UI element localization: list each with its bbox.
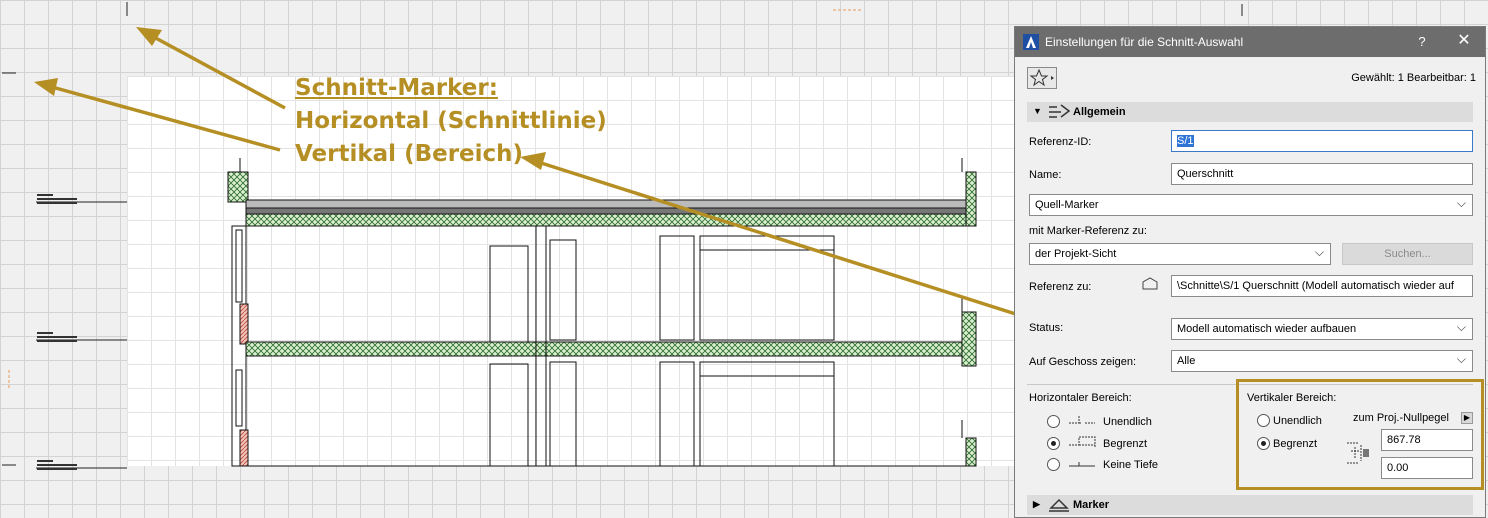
dialog-title: Einstellungen für die Schnitt-Auswahl <box>1045 35 1244 49</box>
source-marker-dropdown[interactable]: Quell-Marker <box>1029 194 1473 216</box>
expand-triangle-icon: ▼ <box>1033 106 1042 116</box>
section-marker-header[interactable]: ▶ Marker <box>1027 495 1473 515</box>
close-button[interactable]: ✕ <box>1455 32 1473 50</box>
section-title: Allgemein <box>1073 106 1126 118</box>
range-infinite-icon <box>1069 415 1095 424</box>
horizontal-keine-tiefe-radio[interactable] <box>1047 458 1060 471</box>
ref-id-input[interactable]: S/1 <box>1171 130 1473 152</box>
ref-id-label: Referenz-ID: <box>1029 136 1092 148</box>
reference-to-field[interactable]: \Schnitte\S/1 Querschnitt (Modell automa… <box>1171 275 1473 297</box>
status-label: Status: <box>1029 322 1064 334</box>
level-markers <box>36 201 127 469</box>
horizontal-begrenzt-radio[interactable] <box>1047 437 1060 450</box>
favorites-button[interactable] <box>1027 67 1057 89</box>
marker-ref-label: mit Marker-Referenz zu: <box>1029 225 1147 237</box>
marker-ref-dropdown[interactable]: der Projekt-Sicht <box>1029 243 1331 265</box>
annotation-vertical: Vertikal (Bereich) <box>295 141 524 167</box>
status-dropdown[interactable]: Modell automatisch wieder aufbauen <box>1171 318 1473 340</box>
annotation-horizontal: Horizontal (Schnittlinie) <box>295 108 607 134</box>
range-limited-icon <box>1069 436 1096 447</box>
horizontal-option-label: Begrenzt <box>1103 438 1148 450</box>
marker-icon <box>1049 498 1069 512</box>
dialog-titlebar[interactable]: Einstellungen für die Schnitt-Auswahl ? … <box>1015 27 1485 57</box>
search-button[interactable]: Suchen... <box>1342 243 1473 265</box>
selection-info: Gewählt: 1 Bearbeitbar: 1 <box>1351 72 1476 84</box>
name-label: Name: <box>1029 169 1062 181</box>
reference-to-label: Referenz zu: <box>1029 281 1092 293</box>
story-dropdown[interactable]: Alle <box>1171 350 1473 372</box>
section-title: Marker <box>1073 499 1110 511</box>
building-section <box>227 158 977 467</box>
collapse-triangle-icon: ▶ <box>1033 499 1040 509</box>
horizontal-option-label: Keine Tiefe <box>1103 459 1159 471</box>
level-marker-labels <box>37 194 77 470</box>
range-no-depth-icon <box>1069 462 1095 467</box>
star-icon <box>1029 68 1054 87</box>
name-input[interactable]: Querschnitt <box>1171 163 1473 185</box>
story-label: Auf Geschoss zeigen: <box>1029 356 1137 368</box>
section-general-header[interactable]: ▼ Allgemein <box>1027 102 1473 122</box>
horizontal-range-label: Horizontaler Bereich: <box>1029 392 1132 404</box>
horizontal-unendlich-radio[interactable] <box>1047 415 1060 428</box>
archicad-logo-icon <box>1023 34 1039 50</box>
vertical-range-highlight <box>1236 379 1484 490</box>
section-settings-icon <box>1049 104 1071 118</box>
horizontal-option-label: Unendlich <box>1103 416 1152 428</box>
view-reference-icon <box>1142 277 1158 290</box>
annotation-title: Schnitt-Marker: <box>295 75 498 101</box>
help-button[interactable]: ? <box>1413 33 1431 51</box>
